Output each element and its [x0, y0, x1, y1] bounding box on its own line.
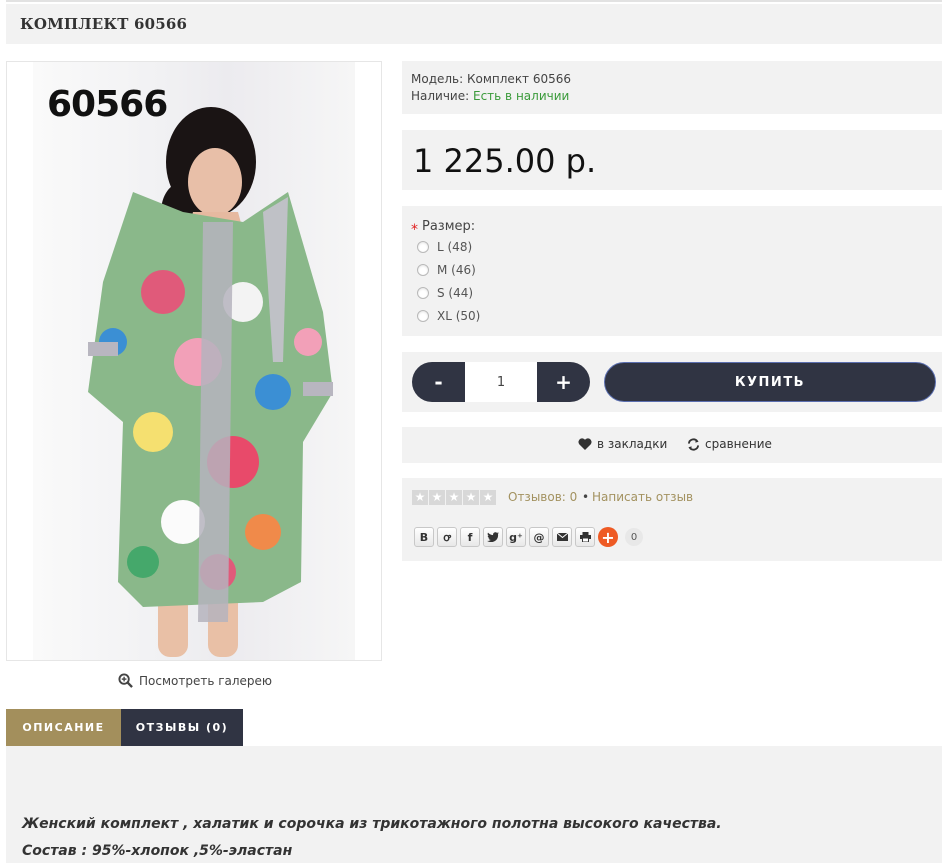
mail-icon[interactable]: @: [529, 527, 549, 547]
product-image-box[interactable]: 60566: [6, 61, 382, 661]
quantity-plus-button[interactable]: +: [537, 362, 590, 402]
view-gallery-label: Посмотреть галерею: [139, 673, 273, 688]
radio-button[interactable]: [417, 310, 429, 322]
required-mark: *: [411, 222, 418, 238]
star-icon: ★: [429, 490, 445, 505]
size-options: * Размер: L (48) M (46) S (44) XL (50): [402, 206, 942, 336]
star-icon: ★: [446, 490, 462, 505]
share-more-button[interactable]: +: [598, 527, 618, 547]
radio-button[interactable]: [417, 287, 429, 299]
page-title-bar: КОМПЛЕКТ 60566: [6, 4, 942, 44]
add-to-wishlist-link[interactable]: в закладки: [578, 437, 667, 451]
stock-label: Наличие:: [411, 89, 470, 103]
refresh-icon: [687, 437, 700, 451]
odnoklassniki-icon[interactable]: ꝍ: [437, 527, 457, 547]
compare-label: сравнение: [705, 437, 772, 451]
product-info-box: Модель: Комплект 60566 Наличие: Есть в н…: [402, 61, 942, 114]
write-review-link[interactable]: Написать отзыв: [592, 490, 693, 504]
google-plus-icon[interactable]: g⁺: [506, 527, 526, 547]
stock-row: Наличие: Есть в наличии: [411, 89, 569, 103]
size-option-l[interactable]: L (48): [417, 240, 472, 254]
wishlist-label: в закладки: [597, 437, 668, 451]
star-icon: ★: [480, 490, 496, 505]
heart-icon: [578, 438, 592, 450]
share-count-badge: 0: [625, 528, 643, 546]
quantity-minus-button[interactable]: -: [412, 362, 465, 402]
star-icon: ★: [463, 490, 479, 505]
top-divider: [6, 0, 942, 2]
size-option-xl[interactable]: XL (50): [417, 309, 480, 323]
separator-dot: •: [582, 490, 590, 504]
product-price: 1 225.00 р.: [413, 142, 597, 180]
size-option-label: XL (50): [437, 309, 481, 323]
size-option-label: M (46): [437, 263, 476, 277]
quantity-stepper: - 1 +: [412, 362, 590, 402]
size-label: Размер:: [422, 219, 476, 234]
size-option-m[interactable]: M (46): [417, 263, 476, 277]
tab-description[interactable]: ОПИСАНИЕ: [6, 709, 121, 746]
page-title: КОМПЛЕКТ 60566: [20, 15, 188, 33]
size-option-label: S (44): [437, 286, 474, 300]
buy-button[interactable]: КУПИТЬ: [604, 362, 936, 402]
reviews-count-link[interactable]: Отзывов: 0: [508, 490, 577, 504]
model-value: Комплект 60566: [467, 72, 572, 86]
radio-button[interactable]: [417, 241, 429, 253]
product-photo-figure: [88, 107, 333, 657]
radio-button[interactable]: [417, 264, 429, 276]
twitter-icon[interactable]: [483, 527, 503, 547]
view-gallery-link[interactable]: Посмотреть галерею: [118, 673, 272, 688]
print-icon[interactable]: [575, 527, 595, 547]
wishlist-compare-row: в закладки сравнение: [402, 427, 942, 463]
facebook-icon[interactable]: f: [460, 527, 480, 547]
price-box: 1 225.00 р.: [402, 130, 942, 190]
star-icon: ★: [412, 490, 428, 505]
model-label: Модель:: [411, 72, 464, 86]
description-line: Состав : 95%-хлопок ,5%-эластан: [22, 843, 293, 859]
description-panel: Женский комплект , халатик и сорочка из …: [6, 746, 942, 863]
product-code-label: 60566: [47, 84, 168, 125]
zoom-in-icon: [118, 673, 133, 688]
tab-reviews[interactable]: ОТЗЫВЫ (0): [121, 709, 243, 746]
quantity-input[interactable]: 1: [465, 362, 537, 402]
buy-row: - 1 + КУПИТЬ: [402, 352, 942, 412]
share-buttons: B ꝍ f g⁺ @ + 0: [414, 527, 643, 547]
product-photo[interactable]: 60566: [33, 62, 355, 660]
model-row: Модель: Комплект 60566: [411, 72, 571, 86]
reviews-share-box: ★ ★ ★ ★ ★ Отзывов: 0 • Написать отзыв B …: [402, 478, 942, 561]
size-option-s[interactable]: S (44): [417, 286, 473, 300]
vk-icon[interactable]: B: [414, 527, 434, 547]
email-icon[interactable]: [552, 527, 572, 547]
rating-stars: ★ ★ ★ ★ ★: [412, 490, 496, 505]
size-option-label: L (48): [437, 240, 473, 254]
add-to-compare-link[interactable]: сравнение: [687, 437, 772, 451]
description-line: Женский комплект , халатик и сорочка из …: [22, 816, 722, 832]
stock-value: Есть в наличии: [473, 89, 570, 103]
